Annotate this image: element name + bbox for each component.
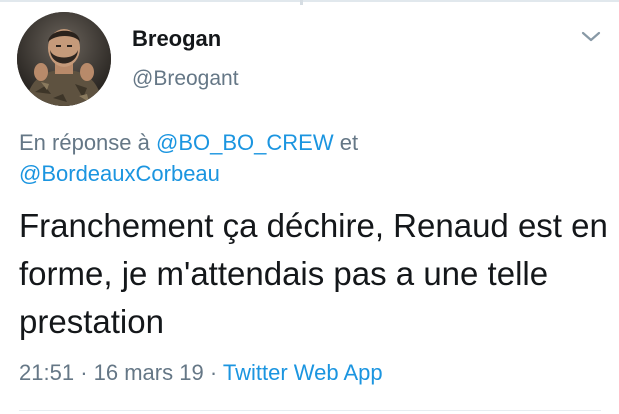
tweet-source-link[interactable]: Twitter Web App bbox=[223, 360, 383, 385]
author-handle[interactable]: @Breogant bbox=[132, 67, 239, 91]
tweet-date[interactable]: 16 mars 19 bbox=[94, 360, 204, 385]
mention-link[interactable]: @BordeauxCorbeau bbox=[19, 161, 220, 186]
reply-prefix: En réponse à bbox=[19, 130, 150, 155]
avatar[interactable] bbox=[17, 12, 111, 106]
mention-link[interactable]: @BO_BO_CREW bbox=[156, 130, 334, 155]
reply-joiner: et bbox=[339, 130, 359, 155]
thread-line bbox=[300, 0, 303, 5]
top-divider bbox=[0, 0, 619, 2]
tweet-menu-button[interactable] bbox=[579, 28, 603, 46]
meta-separator: · bbox=[209, 360, 218, 385]
bottom-divider bbox=[19, 410, 601, 411]
reply-context: En réponse à @BO_BO_CREW et @BordeauxCor… bbox=[19, 127, 579, 189]
chevron-down-icon bbox=[581, 31, 601, 42]
tweet-text: Franchement ça déchire, Renaud est en fo… bbox=[19, 207, 608, 340]
tweet-metadata: 21:51 · 16 mars 19 · Twitter Web App bbox=[19, 360, 383, 386]
avatar-photo bbox=[17, 12, 111, 106]
author-display-name[interactable]: Breogan bbox=[132, 26, 221, 52]
meta-separator: · bbox=[80, 360, 88, 385]
tweet-card: Breogan @Breogant En réponse à @BO_BO_CR… bbox=[0, 0, 619, 414]
tweet-time[interactable]: 21:51 bbox=[19, 360, 74, 385]
